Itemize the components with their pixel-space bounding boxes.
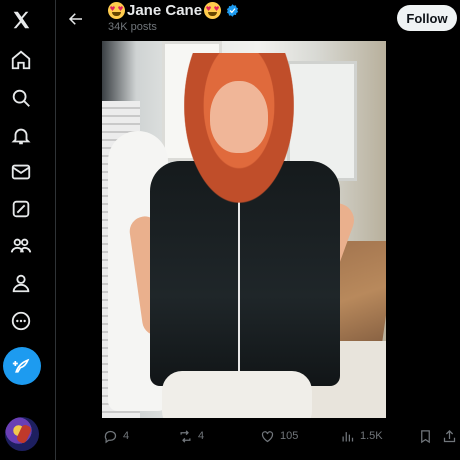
heart-icon bbox=[261, 430, 274, 442]
compose-icon bbox=[12, 358, 30, 373]
like-button[interactable]: 105 bbox=[260, 424, 298, 448]
posts-count: 34K posts bbox=[108, 21, 157, 33]
repost-count: 4 bbox=[198, 430, 205, 442]
home-icon[interactable] bbox=[6, 45, 36, 75]
verified-badge-icon bbox=[226, 4, 239, 17]
more-icon[interactable] bbox=[6, 306, 36, 336]
arrow-left-icon bbox=[68, 13, 82, 25]
communities-icon[interactable] bbox=[6, 231, 36, 261]
reply-icon bbox=[104, 430, 117, 443]
views-icon bbox=[342, 431, 354, 441]
left-nav bbox=[0, 0, 44, 460]
reply-button[interactable]: 4 bbox=[103, 424, 129, 448]
x-logo-icon[interactable] bbox=[6, 5, 36, 35]
bookmark-button[interactable] bbox=[418, 424, 433, 448]
repost-icon bbox=[180, 429, 191, 443]
heart-eyes-emoji-icon bbox=[108, 2, 125, 19]
like-count: 105 bbox=[280, 430, 299, 442]
views-count: 1.5K bbox=[360, 430, 383, 442]
reply-count: 4 bbox=[123, 430, 130, 442]
post-actions: 4 4 105 1.5K bbox=[56, 424, 460, 448]
follow-button[interactable]: Follow bbox=[397, 5, 457, 31]
column-divider bbox=[55, 0, 56, 460]
profile-title: Jane Cane 34K posts bbox=[108, 2, 240, 33]
compose-button[interactable] bbox=[3, 347, 41, 385]
views-button[interactable]: 1.5K bbox=[340, 424, 383, 448]
search-icon[interactable] bbox=[6, 83, 36, 113]
share-button[interactable] bbox=[442, 424, 457, 448]
heart-eyes-emoji-icon bbox=[204, 2, 222, 19]
post-photo[interactable] bbox=[102, 41, 386, 418]
photo-content bbox=[102, 41, 386, 418]
share-icon bbox=[443, 429, 456, 442]
grok-icon[interactable] bbox=[6, 194, 36, 224]
bell-icon[interactable] bbox=[6, 121, 36, 151]
profile-header: Jane Cane 34K posts Follow bbox=[56, 0, 460, 40]
account-avatar[interactable] bbox=[5, 417, 39, 451]
back-button[interactable] bbox=[62, 5, 90, 33]
app-root: Jane Cane 34K posts Follow 4 4 105 1.5K bbox=[0, 0, 460, 460]
repost-button[interactable]: 4 bbox=[178, 424, 204, 448]
profile-icon[interactable] bbox=[6, 268, 36, 298]
profile-name: Jane Cane bbox=[127, 2, 203, 19]
mail-icon[interactable] bbox=[6, 157, 36, 187]
bookmark-icon bbox=[421, 429, 430, 443]
